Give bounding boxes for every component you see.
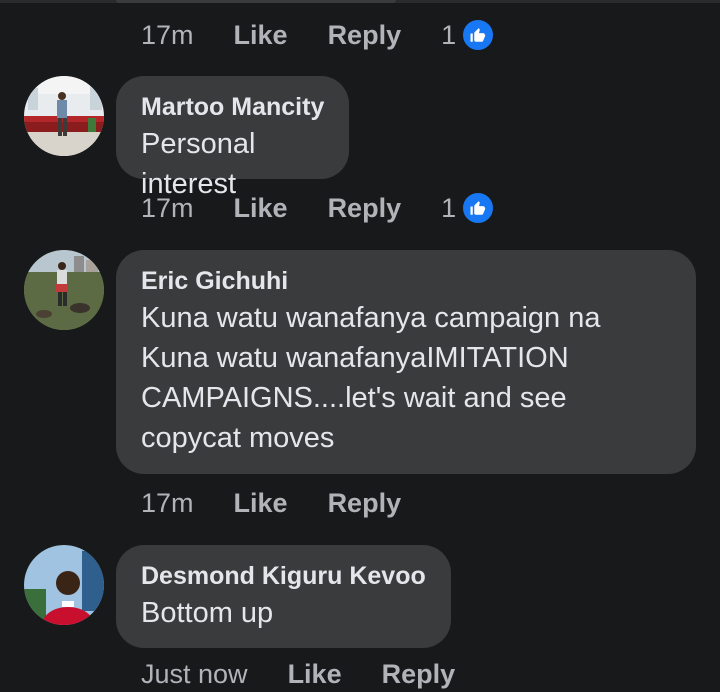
comment-timestamp[interactable]: 17m [141, 20, 194, 51]
like-button[interactable]: Like [234, 20, 288, 51]
comment-bubble[interactable]: Martoo Mancity Personal interest [116, 76, 350, 200]
comment-bubble[interactable]: Eric Gichuhi Kuna watu wanafanya campaig… [116, 250, 696, 474]
comment-actions: 17m Like Reply [141, 485, 441, 521]
reaction-count[interactable]: 1 [441, 18, 496, 52]
reaction-count-number: 1 [441, 192, 457, 223]
comment-author[interactable]: Martoo Mancity [141, 90, 324, 124]
comment-timestamp[interactable]: 17m [141, 193, 194, 224]
comment-actions: 17m Like Reply 1 [141, 190, 496, 226]
comment-author[interactable]: Desmond Kiguru Kevoo [141, 559, 426, 593]
thumbs-up-icon [461, 191, 496, 225]
comment-timestamp[interactable]: 17m [141, 488, 194, 519]
comment-bubble[interactable]: Desmond Kiguru Kevoo Bottom up [116, 545, 451, 648]
avatar[interactable] [24, 76, 104, 156]
comment-timestamp[interactable]: Just now [141, 659, 248, 690]
reply-button[interactable]: Reply [382, 659, 456, 690]
reply-button[interactable]: Reply [328, 20, 402, 51]
like-button[interactable]: Like [234, 193, 288, 224]
previous-comment-bubble-edge [0, 0, 720, 3]
like-button[interactable]: Like [288, 659, 342, 690]
reaction-count[interactable]: 1 [441, 191, 496, 225]
comment-text: Bottom up [141, 597, 274, 629]
thumbs-up-icon [461, 18, 496, 52]
comment-actions: 17m Like Reply 1 [141, 17, 496, 53]
reply-button[interactable]: Reply [328, 193, 402, 224]
comment-text: Kuna watu wanafanya campaign na Kuna wat… [141, 302, 601, 454]
reply-button[interactable]: Reply [328, 488, 402, 519]
reaction-count-number: 1 [441, 19, 457, 50]
comment-author[interactable]: Eric Gichuhi [141, 264, 671, 298]
like-button[interactable]: Like [234, 488, 288, 519]
previous-bubble-bottom [116, 0, 396, 3]
avatar[interactable] [24, 545, 104, 625]
avatar[interactable] [24, 250, 104, 330]
comment-actions: Just now Like Reply [141, 656, 495, 692]
